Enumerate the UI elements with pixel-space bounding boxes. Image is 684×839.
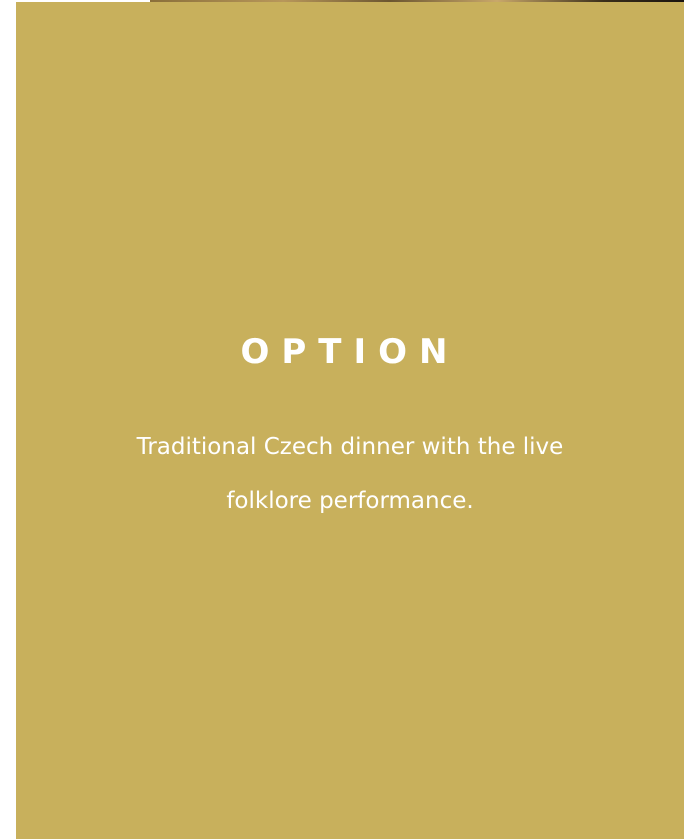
card-description: Traditional Czech dinner with the live f… — [136, 434, 564, 514]
page: OPTION Traditional Czech dinner with the… — [0, 0, 684, 839]
option-card: OPTION Traditional Czech dinner with the… — [16, 2, 684, 839]
card-title: OPTION — [240, 332, 460, 372]
